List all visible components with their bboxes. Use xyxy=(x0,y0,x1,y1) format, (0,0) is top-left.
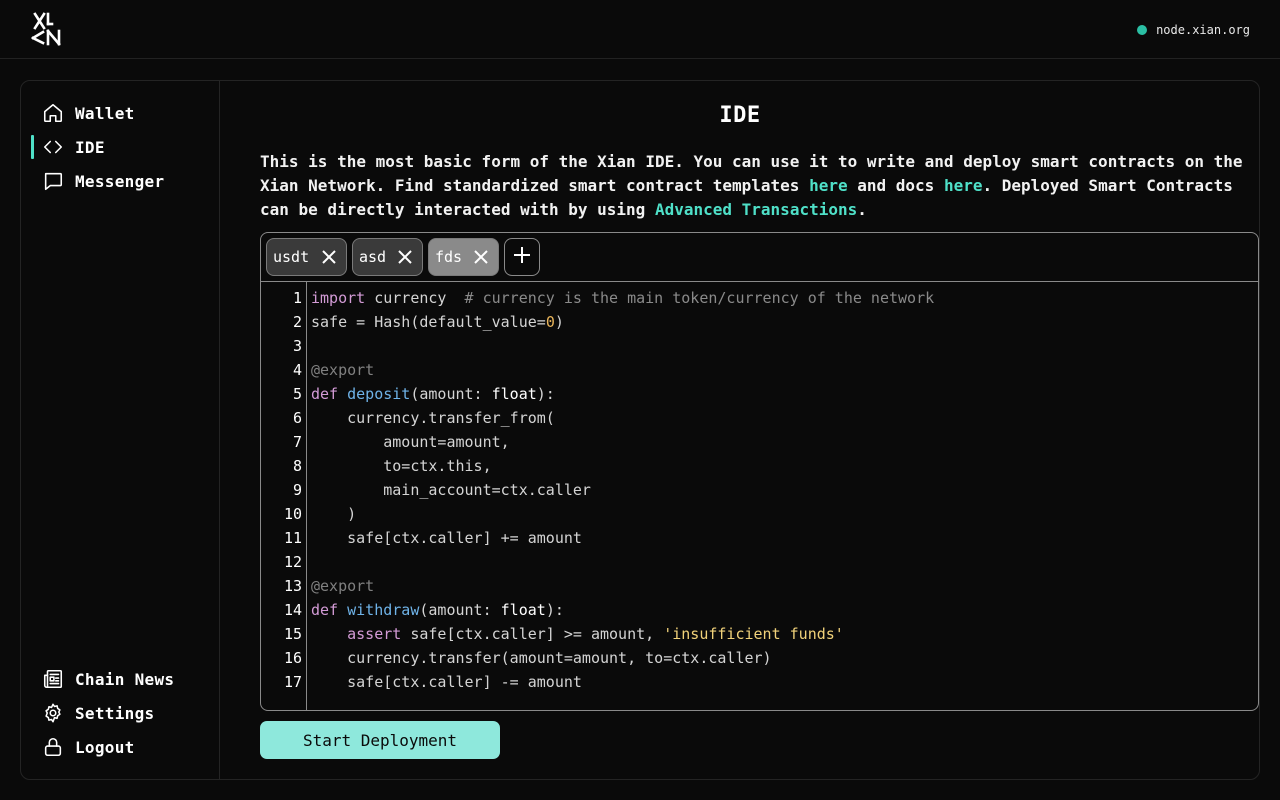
tab-usdt[interactable]: usdt xyxy=(266,238,347,276)
sidebar: Wallet IDE Messenger Chain News Settings xyxy=(21,81,220,779)
tab-fds[interactable]: fds xyxy=(428,238,499,276)
line-number: 16 xyxy=(283,649,302,667)
line-number: 4 xyxy=(292,361,302,379)
code-line: safe[ctx.caller] += amount xyxy=(311,529,582,547)
line-number: 2 xyxy=(292,313,302,331)
sidebar-item-messenger[interactable]: Messenger xyxy=(41,168,164,194)
intro-text: This is the most basic form of the Xian … xyxy=(260,150,1250,222)
code-line: def withdraw(amount: float): xyxy=(311,601,564,619)
node-label: node.xian.org xyxy=(1156,23,1250,37)
line-number: 1 xyxy=(292,289,302,307)
code-brackets-icon xyxy=(41,135,65,159)
code-editor: usdt asd fds 1 2 3 4 5 6 7 8 9 10 11 12 … xyxy=(260,232,1259,711)
sidebar-item-ide[interactable]: IDE xyxy=(41,134,105,160)
tab-label: asd xyxy=(359,248,387,266)
code-area[interactable]: import currency # currency is the main t… xyxy=(311,286,1251,694)
code-line: @export xyxy=(311,577,375,595)
code-line: safe = Hash(default_value=0) xyxy=(311,313,564,331)
active-indicator xyxy=(31,135,34,159)
code-line: currency.transfer_from( xyxy=(311,409,555,427)
line-number-gutter: 1 2 3 4 5 6 7 8 9 10 11 12 13 14 15 16 1… xyxy=(261,282,307,710)
main-frame: Wallet IDE Messenger Chain News Settings xyxy=(20,80,1260,780)
chat-bubble-icon xyxy=(41,169,65,193)
line-number: 11 xyxy=(283,529,302,547)
code-line: import currency # currency is the main t… xyxy=(311,289,935,307)
advanced-transactions-link[interactable]: Advanced Transactions xyxy=(655,200,857,219)
sidebar-item-settings[interactable]: Settings xyxy=(41,700,154,726)
newspaper-icon xyxy=(41,667,65,691)
code-line: assert safe[ctx.caller] >= amount, 'insu… xyxy=(347,625,844,643)
line-number: 12 xyxy=(283,553,302,571)
sidebar-item-label: Settings xyxy=(75,703,155,723)
sidebar-item-wallet[interactable]: Wallet xyxy=(41,100,135,126)
code-line: safe[ctx.caller] -= amount xyxy=(311,673,582,691)
line-number: 3 xyxy=(292,337,302,355)
plus-icon xyxy=(512,245,532,269)
line-number: 17 xyxy=(283,673,302,691)
code-line: amount=amount, xyxy=(311,433,510,451)
close-icon[interactable] xyxy=(396,248,414,266)
sidebar-item-label: Chain News xyxy=(75,669,175,689)
page-title: IDE xyxy=(719,103,761,128)
code-line: ) xyxy=(311,505,357,523)
line-number: 13 xyxy=(283,577,302,595)
sidebar-item-chain-news[interactable]: Chain News xyxy=(41,666,174,692)
home-icon xyxy=(41,101,65,125)
node-status-dot xyxy=(1137,25,1148,35)
line-number: 14 xyxy=(283,601,302,619)
close-icon[interactable] xyxy=(320,248,338,266)
code-line: @export xyxy=(311,361,375,379)
xian-logo-icon[interactable] xyxy=(30,11,64,47)
line-number: 10 xyxy=(283,505,302,523)
main-content: IDE This is the most basic form of the X… xyxy=(240,81,1259,779)
sidebar-item-label: Logout xyxy=(75,737,135,757)
tab-label: fds xyxy=(435,248,463,266)
intro-text-part: and docs xyxy=(847,176,944,195)
line-number: 8 xyxy=(292,457,302,475)
sidebar-item-label: Wallet xyxy=(75,103,135,123)
tab-label: usdt xyxy=(273,248,310,266)
sidebar-item-label: IDE xyxy=(75,137,105,157)
editor-tab-bar: usdt asd fds xyxy=(261,233,1258,282)
code-line: def deposit(amount: float): xyxy=(311,385,555,403)
line-number: 9 xyxy=(292,481,302,499)
line-number: 7 xyxy=(292,433,302,451)
code-line: main_account=ctx.caller xyxy=(311,481,591,499)
node-indicator[interactable]: node.xian.org xyxy=(1137,22,1250,38)
line-number: 5 xyxy=(292,385,302,403)
code-line: to=ctx.this, xyxy=(311,457,492,475)
gear-icon xyxy=(41,701,65,725)
add-tab-button[interactable] xyxy=(504,238,540,276)
code-line: currency.transfer(amount=amount, to=ctx.… xyxy=(311,649,772,667)
top-bar: node.xian.org xyxy=(0,0,1280,59)
intro-text-part: . xyxy=(857,200,867,219)
tab-asd[interactable]: asd xyxy=(352,238,423,276)
lock-icon xyxy=(41,735,65,759)
sidebar-item-logout[interactable]: Logout xyxy=(41,734,135,760)
templates-link[interactable]: here xyxy=(809,176,848,195)
docs-link[interactable]: here xyxy=(944,176,983,195)
close-icon[interactable] xyxy=(472,248,490,266)
sidebar-item-label: Messenger xyxy=(75,171,165,191)
line-number: 15 xyxy=(283,625,302,643)
line-number: 6 xyxy=(292,409,302,427)
start-deployment-button[interactable]: Start Deployment xyxy=(260,721,500,759)
